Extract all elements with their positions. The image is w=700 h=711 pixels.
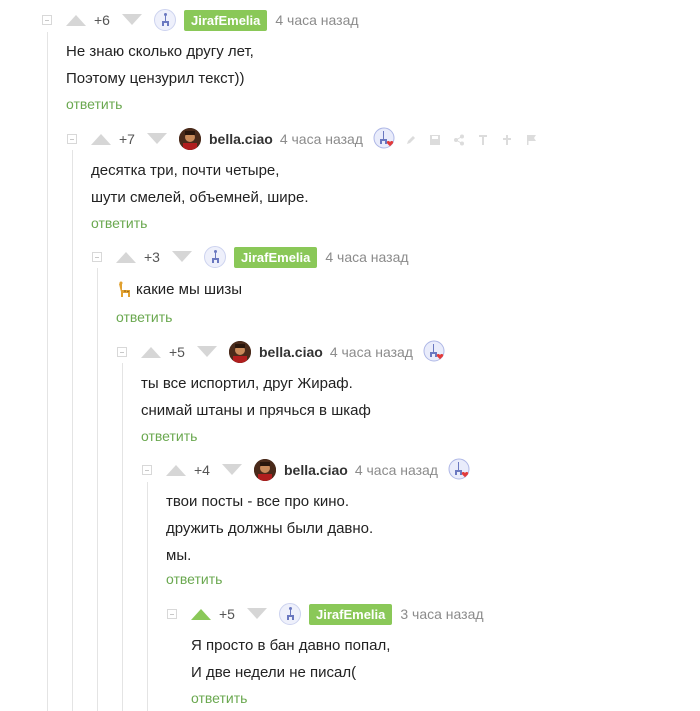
author-name[interactable]: bella.ciao xyxy=(259,344,323,360)
reply-link[interactable]: ответить xyxy=(116,309,172,325)
comment-line: шути смелей, объемней, шире. xyxy=(91,189,309,206)
comment-line: дружить должны были давно. xyxy=(166,520,374,537)
comment-header: +5 bella.ciao 4 часа назад xyxy=(117,339,447,365)
vote-down-icon[interactable] xyxy=(222,464,242,476)
collapse-toggle[interactable] xyxy=(92,252,102,262)
comment-header: +5 JirafEmelia 3 часа назад xyxy=(167,601,484,627)
vote-down-icon[interactable] xyxy=(247,608,267,620)
giraffe-emoji-icon xyxy=(116,281,134,299)
vote-up-icon[interactable] xyxy=(191,608,211,620)
comment-time[interactable]: 4 часа назад xyxy=(325,249,408,265)
avatar[interactable] xyxy=(254,459,276,481)
comment-body: какие мы шизы xyxy=(116,276,242,303)
reply-link[interactable]: ответить xyxy=(166,571,222,587)
vote-down-icon[interactable] xyxy=(172,251,192,263)
collapse-toggle[interactable] xyxy=(167,609,177,619)
comment-header: +6 JirafEmelia 4 часа назад xyxy=(42,7,359,33)
comment-line: Я просто в бан давно попал, xyxy=(191,637,391,654)
reply-link[interactable]: ответить xyxy=(191,690,247,706)
reply-link[interactable]: ответить xyxy=(141,428,197,444)
comment-header: +7 bella.ciao 4 часа назад xyxy=(67,126,537,152)
vote-down-icon[interactable] xyxy=(197,346,217,358)
reply-link[interactable]: ответить xyxy=(91,215,147,231)
comment-header: +3 JirafEmelia 4 часа назад xyxy=(92,244,409,270)
thread-line xyxy=(97,268,98,711)
friend-mark-icon xyxy=(373,127,397,151)
vote-up-icon[interactable] xyxy=(141,346,161,358)
comment-line: Поэтому цензурил текст)) xyxy=(66,70,245,87)
share-icon[interactable] xyxy=(453,133,465,146)
thread-line xyxy=(147,482,148,711)
avatar[interactable] xyxy=(154,9,176,31)
thread-line xyxy=(47,32,48,711)
comment-rating: +5 xyxy=(219,606,235,622)
comment-line: мы. xyxy=(166,547,192,564)
comment-line: И две недели не писал( xyxy=(191,664,357,681)
comment-rating: +6 xyxy=(94,12,110,28)
avatar[interactable] xyxy=(229,341,251,363)
comment-body: твои посты - все про кино. дружить должн… xyxy=(166,488,373,569)
comment-line: Не знаю сколько другу лет, xyxy=(66,43,254,60)
author-name[interactable]: JirafEmelia xyxy=(309,603,393,625)
friend-mark-icon xyxy=(448,458,472,482)
comment-body: Я просто в бан давно попал, И две недели… xyxy=(191,632,390,686)
author-name[interactable]: JirafEmelia xyxy=(234,246,318,268)
comment-rating: +7 xyxy=(119,131,135,147)
comment-line: твои посты - все про кино. xyxy=(166,493,350,510)
comment-body: Не знаю сколько другу лет, Поэтому цензу… xyxy=(66,38,254,92)
avatar[interactable] xyxy=(279,603,301,625)
vote-down-icon[interactable] xyxy=(122,14,142,26)
comment-tools xyxy=(405,133,537,146)
thread-line xyxy=(72,150,73,711)
author-name[interactable]: bella.ciao xyxy=(284,462,348,478)
comment-line: какие мы шизы xyxy=(136,281,243,298)
comment-line: ты все испортил, друг Жираф. xyxy=(141,375,353,392)
pin-icon[interactable] xyxy=(477,133,489,145)
more-icon[interactable] xyxy=(501,133,513,145)
comment-time[interactable]: 3 часа назад xyxy=(400,606,483,622)
comment-time[interactable]: 4 часа назад xyxy=(355,462,438,478)
collapse-toggle[interactable] xyxy=(42,15,52,25)
avatar[interactable] xyxy=(204,246,226,268)
collapse-toggle[interactable] xyxy=(142,465,152,475)
comment-rating: +5 xyxy=(169,344,185,360)
comment-body: ты все испортил, друг Жираф. снимай штан… xyxy=(141,370,371,424)
collapse-toggle[interactable] xyxy=(67,134,77,144)
comment-header: +4 bella.ciao 4 часа назад xyxy=(142,457,472,483)
collapse-toggle[interactable] xyxy=(117,347,127,357)
thread-line xyxy=(122,363,123,711)
vote-up-icon[interactable] xyxy=(91,133,111,145)
vote-up-icon[interactable] xyxy=(116,251,136,263)
comment-line: десятка три, почти четыре, xyxy=(91,162,280,179)
comment-time[interactable]: 4 часа назад xyxy=(330,344,413,360)
author-name[interactable]: JirafEmelia xyxy=(184,9,268,31)
vote-down-icon[interactable] xyxy=(147,133,167,145)
report-flag-icon[interactable] xyxy=(525,133,537,145)
save-icon[interactable] xyxy=(429,133,441,145)
comment-time[interactable]: 4 часа назад xyxy=(280,131,363,147)
vote-up-icon[interactable] xyxy=(166,464,186,476)
reply-link[interactable]: ответить xyxy=(66,96,122,112)
vote-up-icon[interactable] xyxy=(66,14,86,26)
friend-mark-icon xyxy=(423,340,447,364)
avatar[interactable] xyxy=(179,128,201,150)
author-name[interactable]: bella.ciao xyxy=(209,131,273,147)
comment-rating: +4 xyxy=(194,462,210,478)
edit-icon[interactable] xyxy=(405,133,417,145)
comment-rating: +3 xyxy=(144,249,160,265)
comment-time[interactable]: 4 часа назад xyxy=(275,12,358,28)
comment-line: снимай штаны и прячься в шкаф xyxy=(141,402,371,419)
comment-body: десятка три, почти четыре, шути смелей, … xyxy=(91,157,309,211)
